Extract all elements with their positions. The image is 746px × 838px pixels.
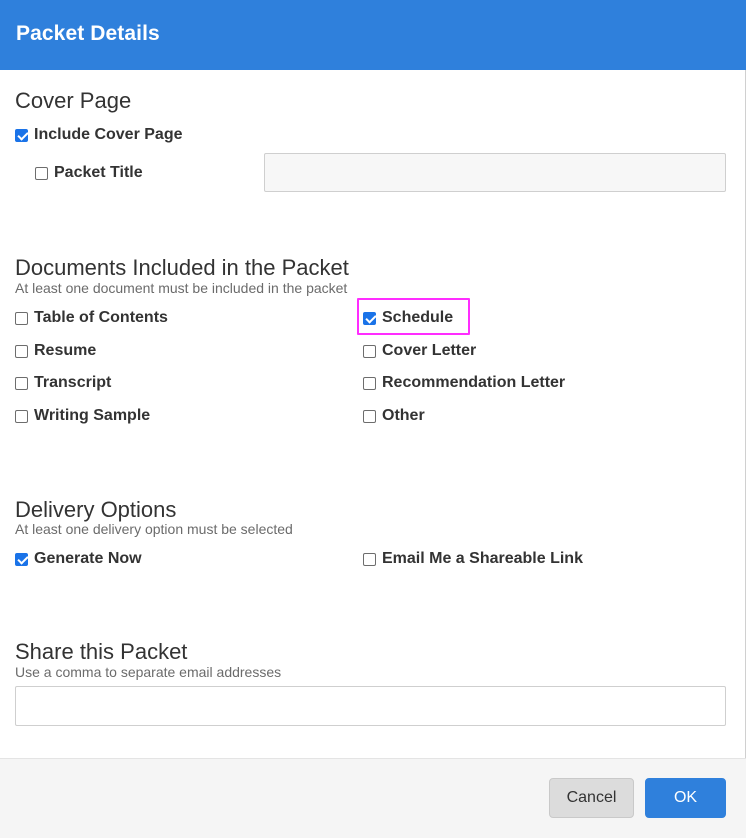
- ok-button[interactable]: OK: [645, 778, 726, 818]
- delivery-heading: Delivery Options: [15, 497, 177, 522]
- packet-details-dialog: Packet Details Cover Page Include Cover …: [0, 0, 746, 838]
- share-heading: Share this Packet: [15, 639, 188, 664]
- share-note: Use a comma to separate email addresses: [15, 664, 282, 680]
- schedule-highlight-box: [357, 298, 470, 335]
- doc-recommendation-letter-checkbox[interactable]: [363, 376, 376, 390]
- delivery-generate-now-checkbox[interactable]: [15, 552, 28, 566]
- documents-note: At least one document must be included i…: [15, 280, 348, 296]
- doc-transcript-label: Transcript: [34, 374, 112, 391]
- include-cover-page-checkbox[interactable]: [15, 128, 28, 142]
- packet-title-input[interactable]: [264, 153, 726, 192]
- dialog-title: Packet Details: [16, 22, 160, 45]
- doc-other-checkbox[interactable]: [363, 409, 376, 423]
- doc-table-of-contents-checkbox[interactable]: [15, 311, 28, 325]
- delivery-email-link-label: Email Me a Shareable Link: [382, 550, 583, 567]
- doc-resume-option[interactable]: Resume: [15, 340, 96, 362]
- doc-writing-sample-label: Writing Sample: [34, 407, 151, 424]
- dialog-footer: [0, 758, 746, 838]
- packet-title-option[interactable]: Packet Title: [35, 162, 143, 184]
- doc-cover-letter-option[interactable]: Cover Letter: [363, 340, 476, 362]
- doc-writing-sample-checkbox[interactable]: [15, 409, 28, 423]
- doc-recommendation-letter-option[interactable]: Recommendation Letter: [363, 372, 565, 394]
- dialog-header: Packet Details: [0, 0, 746, 70]
- doc-cover-letter-checkbox[interactable]: [363, 344, 376, 358]
- delivery-note: At least one delivery option must be sel…: [15, 521, 293, 537]
- cover-page-heading: Cover Page: [15, 88, 132, 113]
- doc-resume-checkbox[interactable]: [15, 344, 28, 358]
- doc-other-option[interactable]: Other: [363, 405, 425, 427]
- doc-writing-sample-option[interactable]: Writing Sample: [15, 405, 150, 427]
- packet-title-label: Packet Title: [54, 164, 143, 181]
- doc-table-of-contents-option[interactable]: Table of Contents: [15, 307, 168, 329]
- doc-recommendation-letter-label: Recommendation Letter: [382, 374, 566, 391]
- doc-transcript-option[interactable]: Transcript: [15, 372, 111, 394]
- packet-title-checkbox[interactable]: [35, 166, 48, 180]
- doc-resume-label: Resume: [34, 342, 97, 359]
- delivery-email-link-checkbox[interactable]: [363, 552, 376, 566]
- include-cover-page-option[interactable]: Include Cover Page: [15, 124, 183, 146]
- share-emails-input[interactable]: [15, 686, 726, 726]
- delivery-generate-now-option[interactable]: Generate Now: [15, 548, 142, 570]
- doc-cover-letter-label: Cover Letter: [382, 342, 477, 359]
- doc-table-of-contents-label: Table of Contents: [34, 309, 168, 326]
- doc-other-label: Other: [382, 407, 425, 424]
- documents-heading: Documents Included in the Packet: [15, 255, 349, 280]
- doc-transcript-checkbox[interactable]: [15, 376, 28, 390]
- cancel-button[interactable]: Cancel: [549, 778, 634, 818]
- delivery-email-link-option[interactable]: Email Me a Shareable Link: [363, 548, 583, 570]
- include-cover-page-label: Include Cover Page: [34, 126, 183, 143]
- delivery-generate-now-label: Generate Now: [34, 550, 142, 567]
